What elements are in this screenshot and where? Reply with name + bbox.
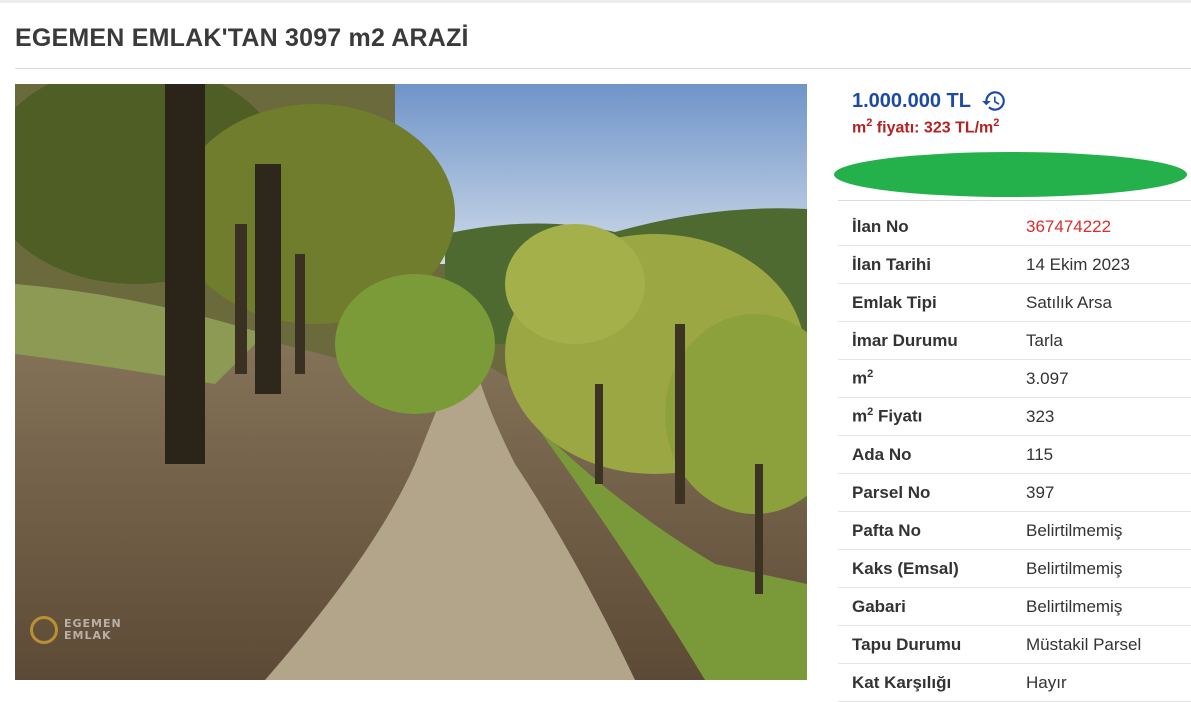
m2-price: m2 fiyatı: 323 TL/m2 (852, 117, 1000, 137)
detail-row-emlak-tipi: Emlak Tipi Satılık Arsa (838, 284, 1191, 322)
detail-row-kaks: Kaks (Emsal) Belirtilmemiş (838, 550, 1191, 588)
detail-row-m2-fiyati: m2 Fiyatı 323 (838, 398, 1191, 436)
price-value: 1.000.000 TL (852, 89, 971, 112)
detail-row-kat-karsiligi: Kat Karşılığı Hayır (838, 664, 1191, 702)
detail-row-ilan-no: İlan No 367474222 (838, 208, 1191, 246)
top-border (0, 0, 1191, 3)
detail-row-ada-no: Ada No 115 (838, 436, 1191, 474)
listing-photo[interactable] (15, 84, 807, 680)
detail-row-tapu-durumu: Tapu Durumu Müstakil Parsel (838, 626, 1191, 664)
detail-row-imar-durumu: İmar Durumu Tarla (838, 322, 1191, 360)
divider (838, 200, 1191, 201)
detail-row-parsel-no: Parsel No 397 (838, 474, 1191, 512)
redacted-contact-block (834, 152, 1187, 197)
photo-watermark: EGEMEN EMLAK (30, 605, 142, 655)
listing-number[interactable]: 367474222 (1026, 217, 1111, 237)
listing-title: EGEMEN EMLAK'TAN 3097 m2 ARAZİ (15, 24, 469, 52)
price-block: 1.000.000 TL (852, 88, 1007, 114)
listing-details: İlan No 367474222 İlan Tarihi 14 Ekim 20… (838, 208, 1191, 702)
history-icon[interactable] (981, 88, 1007, 114)
detail-row-m2: m2 3.097 (838, 360, 1191, 398)
egemen-logo-icon (30, 616, 58, 644)
detail-row-gabari: Gabari Belirtilmemiş (838, 588, 1191, 626)
detail-row-ilan-tarihi: İlan Tarihi 14 Ekim 2023 (838, 246, 1191, 284)
title-divider (15, 68, 1191, 69)
detail-row-pafta-no: Pafta No Belirtilmemiş (838, 512, 1191, 550)
